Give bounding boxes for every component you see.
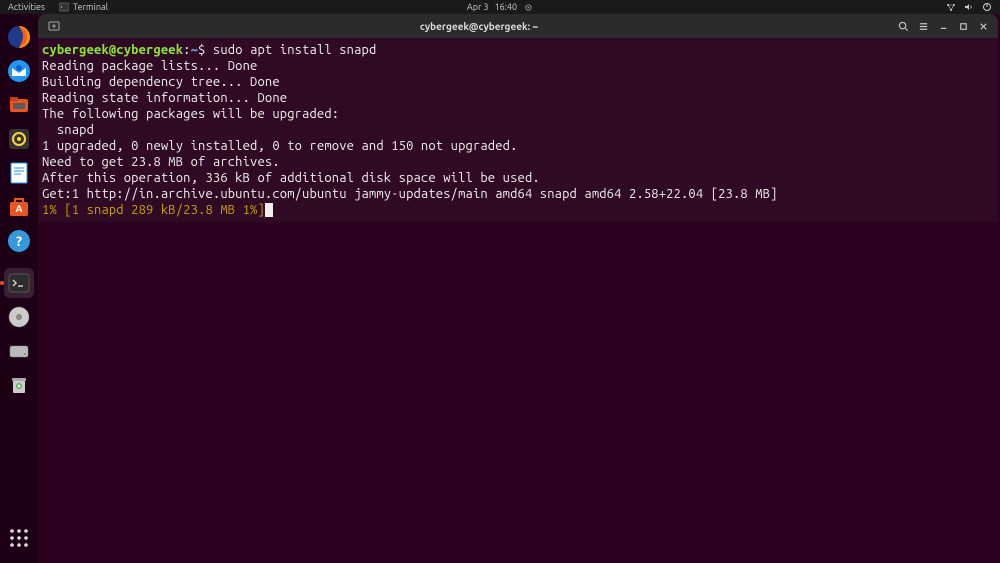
- prompt-path: ~: [191, 43, 198, 57]
- dock-firefox[interactable]: [4, 22, 34, 52]
- menu-button[interactable]: [914, 17, 932, 35]
- system-tray[interactable]: [946, 2, 992, 12]
- output-line: Reading package lists... Done: [42, 58, 994, 74]
- dock-thunderbird[interactable]: [4, 56, 34, 86]
- dock: A ?: [0, 14, 38, 563]
- title-controls: [894, 17, 992, 35]
- dock-disk[interactable]: [4, 302, 34, 332]
- window-title: cybergeek@cybergeek: ~: [68, 21, 890, 32]
- command-text: sudo apt install snapd: [213, 43, 376, 57]
- output-line: Building dependency tree... Done: [42, 74, 994, 90]
- terminal-small-icon: [59, 2, 69, 12]
- maximize-button[interactable]: [954, 17, 972, 35]
- notification-icon: [523, 2, 533, 12]
- output-line: After this operation, 336 kB of addition…: [42, 170, 994, 186]
- title-bar: cybergeek@cybergeek: ~: [38, 14, 998, 38]
- output-line: Reading state information... Done: [42, 90, 994, 106]
- current-app-label: Terminal: [73, 2, 108, 12]
- output-line: snapd: [42, 122, 994, 138]
- dock-files[interactable]: [4, 90, 34, 120]
- dock-terminal[interactable]: [4, 268, 34, 298]
- terminal-window: cybergeek@cybergeek: ~ cybergeek@cyberge…: [38, 14, 998, 222]
- progress-text: 1% [1 snapd 289 kB/23.8 MB 1%]: [42, 203, 265, 217]
- output-line: Get:1 http://in.archive.ubuntu.com/ubunt…: [42, 186, 994, 202]
- volume-icon: [964, 2, 974, 12]
- dock-software[interactable]: A: [4, 192, 34, 222]
- activities-button[interactable]: Activities: [8, 2, 45, 12]
- output-line: Need to get 23.8 MB of archives.: [42, 154, 994, 170]
- svg-text:?: ?: [16, 233, 22, 249]
- dock-show-apps[interactable]: [4, 523, 34, 553]
- prompt-user: cybergeek@cybergeek: [42, 43, 183, 57]
- date-label: Apr 3: [467, 2, 489, 12]
- prompt-dollar: $: [198, 43, 213, 57]
- top-bar: Activities Terminal Apr 3 16:40: [0, 0, 1000, 14]
- progress-line: 1% [1 snapd 289 kB/23.8 MB 1%]: [42, 202, 994, 218]
- power-icon: [982, 2, 992, 12]
- minimize-button[interactable]: [934, 17, 952, 35]
- svg-text:A: A: [15, 203, 22, 214]
- network-icon: [946, 2, 956, 12]
- output-line: 1 upgraded, 0 newly installed, 0 to remo…: [42, 138, 994, 154]
- time-label: 16:40: [495, 2, 518, 12]
- prompt-colon: :: [183, 43, 190, 57]
- clock-area[interactable]: Apr 3 16:40: [467, 2, 533, 12]
- output-line: The following packages will be upgraded:: [42, 106, 994, 122]
- top-bar-left: Activities Terminal: [8, 2, 108, 12]
- prompt-line: cybergeek@cybergeek:~$ sudo apt install …: [42, 42, 994, 58]
- dock-rhythmbox[interactable]: [4, 124, 34, 154]
- dock-drive[interactable]: [4, 336, 34, 366]
- dock-libreoffice-writer[interactable]: [4, 158, 34, 188]
- dock-help[interactable]: ?: [4, 226, 34, 256]
- new-tab-button[interactable]: [44, 17, 64, 35]
- current-app-indicator[interactable]: Terminal: [59, 2, 108, 12]
- cursor: [265, 203, 273, 217]
- dock-trash[interactable]: [4, 370, 34, 400]
- terminal-body[interactable]: cybergeek@cybergeek:~$ sudo apt install …: [38, 38, 998, 222]
- search-button[interactable]: [894, 17, 912, 35]
- close-button[interactable]: [974, 17, 992, 35]
